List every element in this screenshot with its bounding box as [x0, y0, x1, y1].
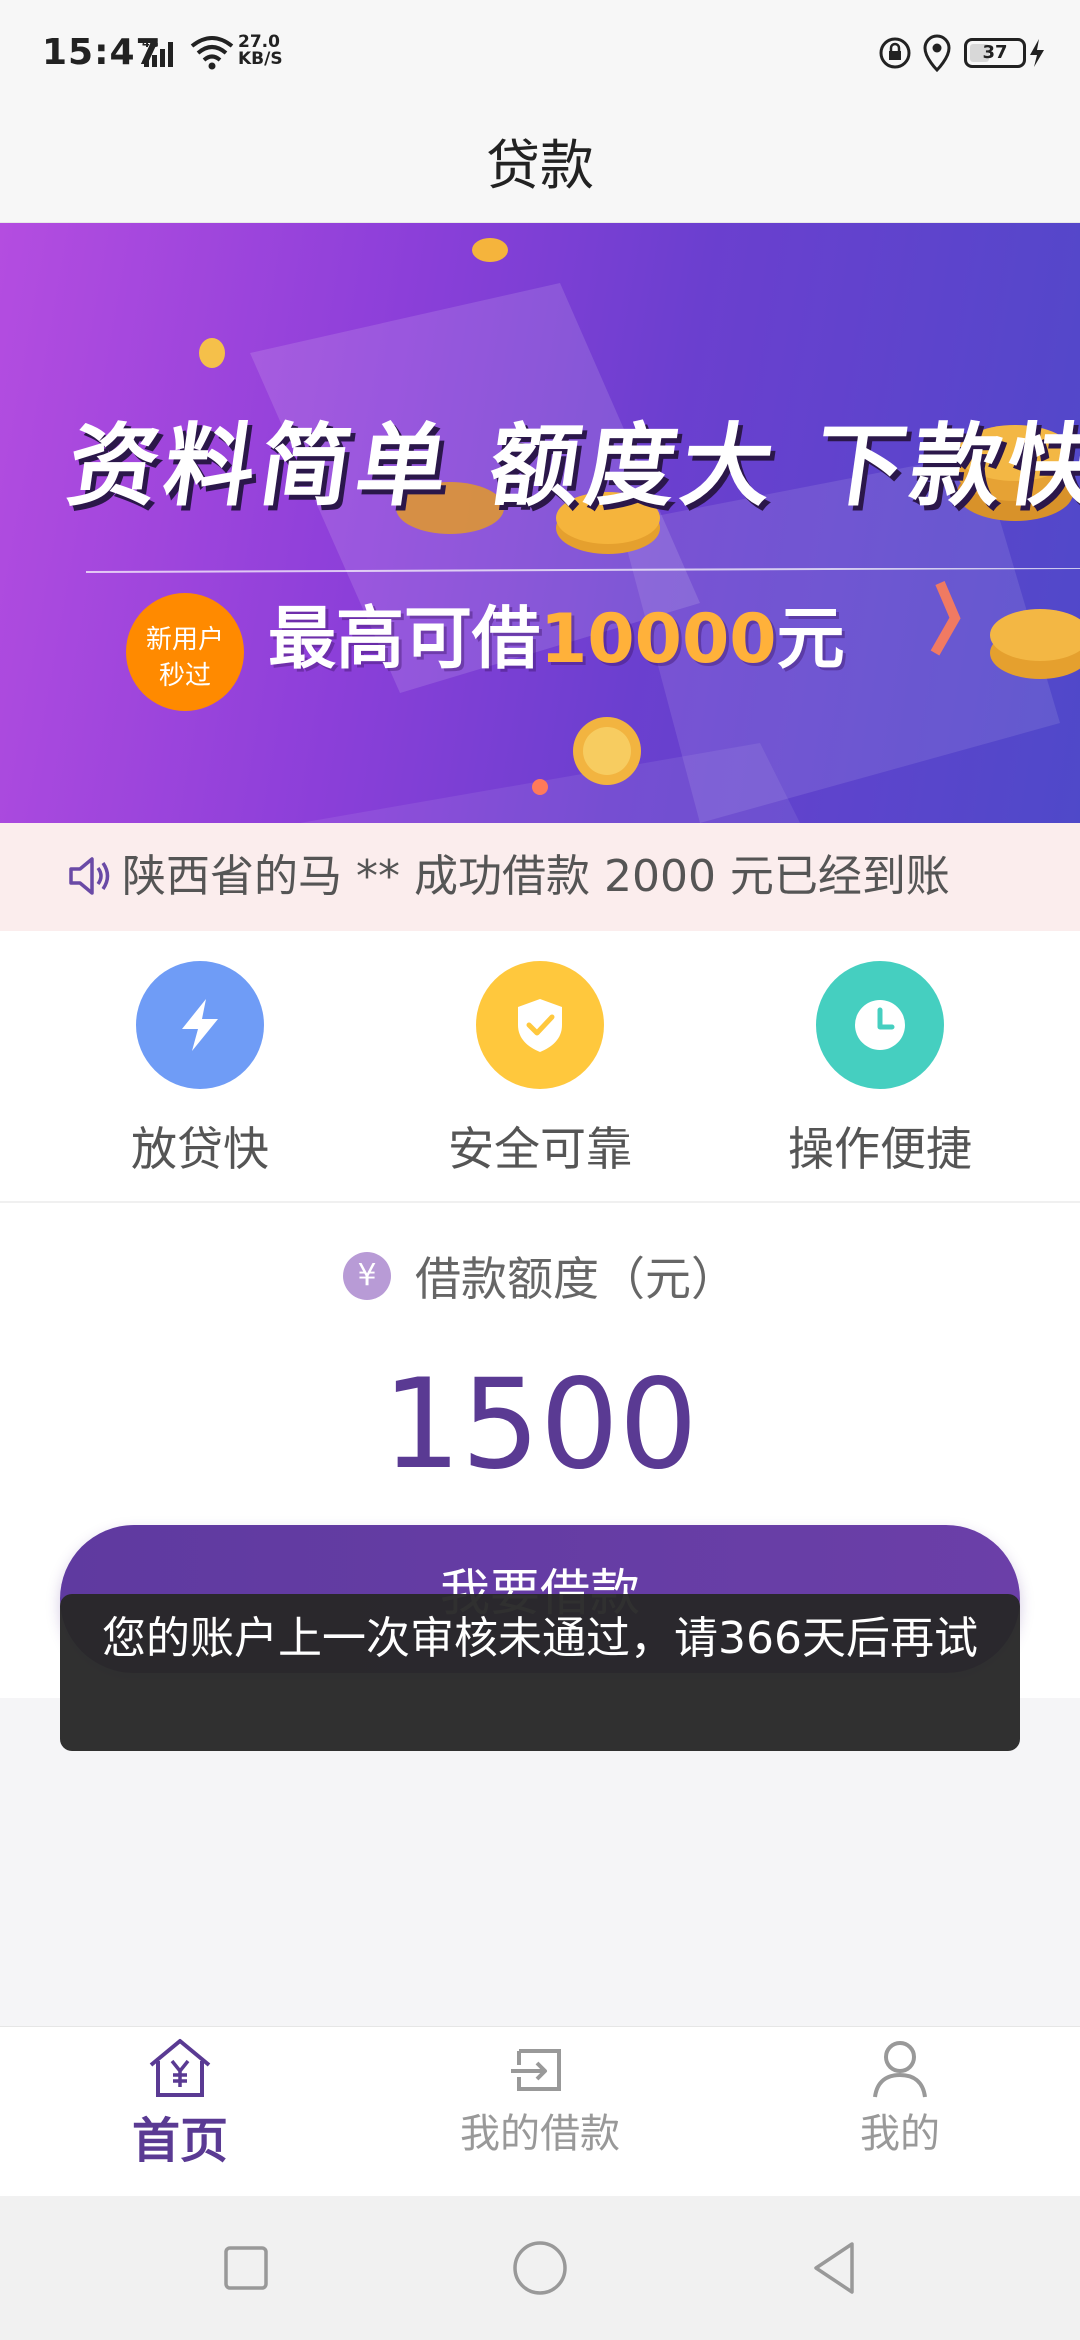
lightning-icon	[182, 999, 218, 1051]
loan-amount: 1500	[382, 1353, 698, 1497]
rotation-lock-icon	[879, 37, 911, 69]
promo-banner[interactable]: 资料简单 额度大 下款快 新用户 秒过 最高可借10000元	[0, 223, 1080, 823]
feature-list: 放贷快 安全可靠 操作便捷	[0, 931, 1080, 1203]
loan-record-icon	[511, 2049, 561, 2091]
nav-label: 我的借款	[460, 2111, 620, 2157]
notice-bar: 陕西省的马 ** 成功借款 2000 元已经到账	[0, 823, 1080, 931]
feature-fast: 放贷快	[50, 961, 350, 1179]
toast-message: 您的账户上一次审核未通过，请366天后再试	[102, 1613, 978, 1664]
status-bar: 15:47 4G 27.0 KB/S 37	[0, 0, 1080, 110]
battery-percent: 37	[982, 42, 1008, 63]
nav-item-profile[interactable]: 我的	[750, 2037, 1050, 2159]
banner-sub-prefix: 最高可借	[268, 600, 541, 679]
shield-check-icon	[518, 999, 562, 1052]
error-toast: 您的账户上一次审核未通过，请366天后再试	[60, 1594, 1020, 1751]
feature-label: 操作便捷	[788, 1122, 972, 1176]
feature-icon-circle	[816, 961, 944, 1089]
banner-headline: 资料简单 额度大 下款快	[61, 413, 1080, 519]
network-speed: 27.0 KB/S	[238, 34, 283, 68]
feature-label: 安全可靠	[448, 1122, 632, 1176]
yen-icon: ¥	[343, 1252, 391, 1300]
system-nav-bar	[0, 2196, 1080, 2340]
clock-icon	[855, 1000, 905, 1050]
network-type: 4G	[142, 37, 159, 50]
badge-line-1: 新用户	[145, 625, 224, 655]
back-icon[interactable]	[804, 2238, 864, 2298]
cellular-signal-icon: 4G	[142, 37, 173, 67]
notice-text: 陕西省的马 ** 成功借款 2000 元已经到账	[122, 851, 950, 902]
feature-icon-circle	[136, 961, 264, 1089]
app-header: 贷款	[0, 110, 1080, 223]
nav-item-home[interactable]: 首页	[30, 2037, 330, 2171]
nav-item-my-loans[interactable]: 我的借款	[390, 2037, 690, 2159]
recent-apps-icon[interactable]	[216, 2238, 276, 2298]
feature-easy: 操作便捷	[730, 961, 1030, 1179]
charging-icon	[1030, 39, 1044, 67]
banner-subtitle: 最高可借10000元	[268, 583, 845, 682]
wifi-icon	[190, 36, 234, 70]
nav-label: 我的	[860, 2111, 940, 2157]
battery-icon: 37	[964, 38, 1026, 68]
feature-safe: 安全可靠	[390, 961, 690, 1179]
badge-line-2: 秒过	[158, 661, 211, 691]
feature-label: 放贷快	[131, 1122, 269, 1176]
home-button-icon[interactable]	[510, 2238, 570, 2298]
bottom-nav: 首页 我的借款 我的	[0, 2026, 1080, 2197]
speaker-icon	[69, 857, 110, 895]
new-user-badge: 新用户 秒过	[126, 593, 244, 711]
amount-label-row: ¥ 借款额度（元）	[0, 1243, 1080, 1306]
page-title: 贷款	[486, 134, 594, 197]
banner-illustration	[199, 238, 1080, 823]
banner-sub-suffix: 元	[776, 600, 845, 679]
home-yen-icon	[149, 2039, 211, 2097]
amount-label: 借款额度（元）	[415, 1252, 737, 1306]
feature-icon-circle	[476, 961, 604, 1089]
carousel-indicator[interactable]	[532, 779, 548, 795]
location-icon	[923, 34, 951, 72]
nav-label: 首页	[131, 2113, 228, 2169]
speed-unit: KB/S	[238, 49, 283, 69]
user-icon	[873, 2041, 927, 2098]
banner-divider	[86, 568, 1080, 573]
banner-sub-amount: 10000	[540, 600, 777, 679]
